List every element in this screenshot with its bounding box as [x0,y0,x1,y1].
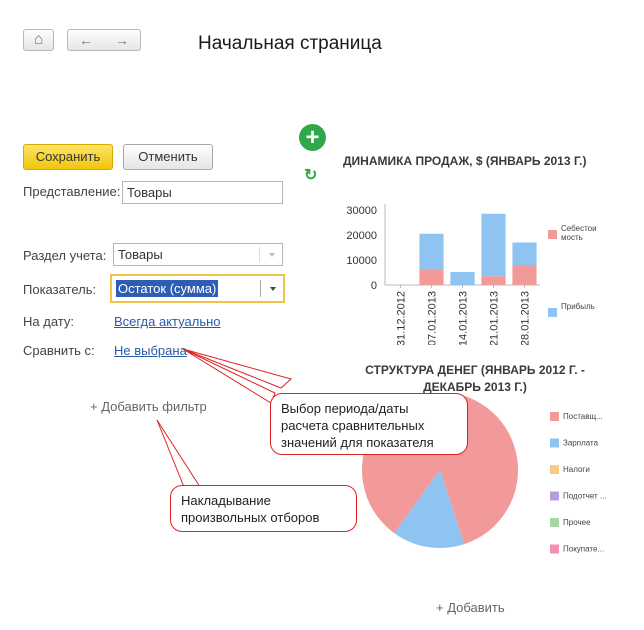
legend-label: Прочее [563,518,591,527]
x-tick-label: 28.01.2013 [520,291,532,345]
legend-swatch [550,465,559,474]
add-widget-link[interactable]: + Добавить [436,600,505,615]
x-tick-label: 14.01.2013 [458,291,470,345]
money-chart-title: СТРУКТУРА ДЕНЕГ (ЯНВАРЬ 2012 Г. - ДЕКАБР… [340,362,610,396]
legend-label: Зарплата [563,439,599,448]
legend-swatch [550,491,559,501]
y-tick-label: 10000 [346,255,377,267]
legend-label: мость [561,233,583,242]
money-chart-title-line-1: СТРУКТУРА ДЕНЕГ (ЯНВАРЬ 2012 Г. - [365,363,585,377]
legend-label: Налоги [563,465,590,474]
legend-label: Поставщ... [563,412,603,421]
x-tick-label: 07.01.2013 [427,291,439,345]
bar-segment [512,265,537,285]
bar-segment [481,213,506,277]
legend-label: Подотчет ... [563,492,607,501]
bar-segment [419,270,444,285]
legend-swatch [548,230,557,239]
legend-swatch [548,308,557,317]
legend-label: Прибыль [561,302,595,311]
legend-swatch [550,412,559,421]
y-tick-label: 30000 [346,205,377,217]
bar-segment [512,242,537,265]
legend-swatch [550,438,559,448]
x-tick-label: 31.12.2012 [396,291,408,345]
legend-swatch [550,518,559,527]
sales-chart-title: ДИНАМИКА ПРОДАЖ, $ (ЯНВАРЬ 2013 Г.) [343,154,587,168]
x-tick-label: 21.01.2013 [489,291,501,345]
legend-label: Покупате... [563,545,604,554]
bar-segment [419,233,444,270]
period-callout: Выбор периода/даты расчета сравнительных… [270,393,468,455]
sales-bar-chart: 0 10000 20000 30000 31.12.2012 07.01.2013 14.0… [346,204,597,345]
bar-segment [481,276,506,285]
y-tick-label: 0 [371,280,377,292]
legend-swatch [550,544,559,554]
bar-segment [450,272,475,285]
filters-callout: Накладывание произвольных отборов [170,485,357,532]
y-tick-label: 20000 [346,230,377,242]
legend-label: Себестои [561,224,597,233]
